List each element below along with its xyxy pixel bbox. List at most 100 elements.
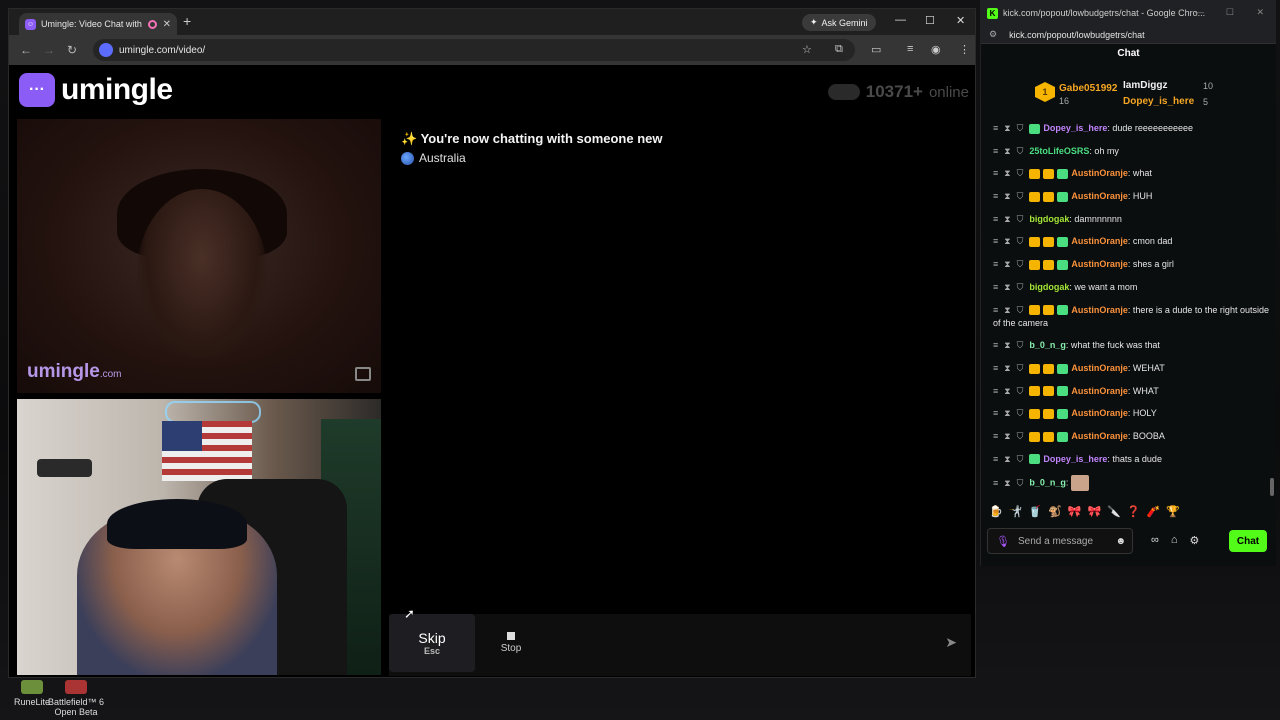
timeout-icon[interactable]: ⧗	[1004, 304, 1010, 317]
emote-icon[interactable]: 🐒	[1048, 505, 1062, 518]
message-input[interactable]	[549, 620, 965, 666]
chat-username[interactable]: AustinOranje	[1071, 408, 1128, 418]
ban-icon[interactable]: ⛉	[1017, 167, 1024, 180]
delete-icon[interactable]: ≡	[993, 213, 998, 226]
report-flag-icon[interactable]	[355, 367, 371, 381]
gear-icon[interactable]: ⚙	[1190, 534, 1200, 547]
ban-icon[interactable]: ⛉	[1017, 453, 1024, 466]
ask-gemini-button[interactable]: ✦ Ask Gemini	[802, 14, 876, 31]
emote-icon[interactable]: 🤺	[1009, 505, 1023, 518]
emote-icon[interactable]: 🧨	[1147, 505, 1161, 518]
emote-icon[interactable]: 🎀	[1068, 505, 1082, 518]
timeout-icon[interactable]: ⧗	[1004, 258, 1010, 271]
timeout-icon[interactable]: ⧗	[1004, 430, 1010, 443]
timeout-icon[interactable]: ⧗	[1004, 145, 1010, 158]
ban-icon[interactable]: ⛉	[1017, 430, 1024, 443]
chat-username[interactable]: Dopey_is_here	[1043, 454, 1107, 464]
store-icon[interactable]: ⌂	[1171, 534, 1178, 547]
forward-icon[interactable]: →	[43, 43, 55, 57]
emote-icon[interactable]: 🥤	[1028, 505, 1042, 518]
chat-username[interactable]: AustinOranje	[1071, 363, 1128, 373]
bookmark-star-icon[interactable]: ☆	[802, 43, 812, 56]
ban-icon[interactable]: ⛉	[1017, 362, 1024, 375]
ban-icon[interactable]: ⛉	[1017, 190, 1024, 203]
ban-icon[interactable]: ⛉	[1017, 235, 1024, 248]
profile-icon[interactable]: ◉	[931, 43, 941, 56]
extensions-icon[interactable]: ⧉	[835, 43, 843, 56]
chat-username[interactable]: AustinOranje	[1071, 305, 1128, 315]
emote-icon[interactable]: 🔪	[1107, 505, 1121, 518]
online-toggle[interactable]	[827, 84, 860, 100]
chat-username[interactable]: b_0_n_g	[1029, 478, 1066, 488]
maximize-icon[interactable]: ☐	[925, 14, 935, 27]
new-tab-button[interactable]: +	[183, 13, 191, 29]
delete-icon[interactable]: ≡	[993, 430, 998, 443]
timeout-icon[interactable]: ⧗	[1004, 339, 1010, 352]
emote-icon[interactable]: 🎀	[1088, 505, 1102, 518]
chat-send-button[interactable]: Chat	[1229, 530, 1267, 552]
minimize-icon[interactable]: —	[1195, 7, 1204, 17]
delete-icon[interactable]: ≡	[993, 407, 998, 420]
ban-icon[interactable]: ⛉	[1017, 122, 1024, 135]
chat-username[interactable]: bigdogak	[1029, 282, 1069, 292]
delete-icon[interactable]: ≡	[993, 167, 998, 180]
timeout-icon[interactable]: ⧗	[1004, 167, 1010, 180]
minimize-icon[interactable]: —	[895, 14, 906, 26]
delete-icon[interactable]: ≡	[993, 385, 998, 398]
timeout-icon[interactable]: ⧗	[1004, 281, 1010, 294]
chat-username[interactable]: bigdogak	[1029, 214, 1069, 224]
delete-icon[interactable]: ≡	[993, 453, 998, 466]
close-window-icon[interactable]: ✕	[956, 14, 965, 27]
chat-username[interactable]: 25toLifeOSRS	[1029, 146, 1089, 156]
send-message-input[interactable]: 🎙 Send a message ☻	[987, 528, 1133, 554]
delete-icon[interactable]: ≡	[993, 362, 998, 375]
ban-icon[interactable]: ⛉	[1017, 477, 1024, 490]
chat-username[interactable]: Dopey_is_here	[1043, 123, 1107, 133]
chat-username[interactable]: AustinOranje	[1071, 191, 1128, 201]
cast-icon[interactable]: ▭	[871, 43, 881, 56]
delete-icon[interactable]: ≡	[993, 304, 998, 317]
timeout-icon[interactable]: ⧗	[1004, 453, 1010, 466]
delete-icon[interactable]: ≡	[993, 145, 998, 158]
prediction-icon[interactable]: ∞	[1151, 534, 1159, 547]
microphone-icon[interactable]: 🎙	[996, 535, 1010, 548]
timeout-icon[interactable]: ⧗	[1004, 122, 1010, 135]
ban-icon[interactable]: ⛉	[1017, 339, 1024, 352]
chat-username[interactable]: AustinOranje	[1071, 259, 1128, 269]
emote-icon[interactable]: 🏆	[1166, 505, 1180, 518]
chat-username[interactable]: AustinOranje	[1071, 168, 1128, 178]
delete-icon[interactable]: ≡	[993, 122, 998, 135]
timeout-icon[interactable]: ⧗	[1004, 362, 1010, 375]
send-icon[interactable]: ➤	[945, 634, 957, 651]
delete-icon[interactable]: ≡	[993, 258, 998, 271]
ban-icon[interactable]: ⛉	[1017, 258, 1024, 271]
ban-icon[interactable]: ⛉	[1017, 407, 1024, 420]
delete-icon[interactable]: ≡	[993, 190, 998, 203]
close-window-icon[interactable]: ✕	[1256, 7, 1264, 18]
timeout-icon[interactable]: ⧗	[1004, 213, 1010, 226]
kick-address-bar[interactable]: ⚙ kick.com/popout/lowbudgetrs/chat	[981, 26, 1276, 44]
chat-username[interactable]: b_0_n_g	[1029, 340, 1066, 350]
second-name[interactable]: IamDiggz	[1123, 80, 1167, 91]
ban-icon[interactable]: ⛉	[1017, 281, 1024, 294]
site-info-icon[interactable]	[99, 43, 113, 57]
tab-umingle[interactable]: ☺ Umingle: Video Chat with S ✕	[19, 13, 177, 35]
skip-button[interactable]: Skip Esc	[389, 614, 475, 672]
media-icon[interactable]: ≡	[907, 43, 913, 55]
emoji-icon[interactable]: ☻	[1115, 536, 1126, 547]
leader-name[interactable]: Gabe051992	[1059, 83, 1117, 94]
emote-icon[interactable]: 🍺	[989, 505, 1003, 518]
delete-icon[interactable]: ≡	[993, 477, 998, 490]
menu-icon[interactable]: ⋮	[959, 43, 970, 56]
timeout-icon[interactable]: ⧗	[1004, 407, 1010, 420]
chat-scrollbar[interactable]	[1270, 478, 1274, 496]
ban-icon[interactable]: ⛉	[1017, 145, 1024, 158]
delete-icon[interactable]: ≡	[993, 281, 998, 294]
chat-username[interactable]: AustinOranje	[1071, 431, 1128, 441]
site-settings-icon[interactable]: ⚙	[989, 29, 997, 40]
ban-icon[interactable]: ⛉	[1017, 304, 1024, 317]
timeout-icon[interactable]: ⧗	[1004, 477, 1010, 490]
maximize-icon[interactable]: ☐	[1226, 7, 1234, 18]
reload-icon[interactable]: ↻	[67, 43, 77, 57]
delete-icon[interactable]: ≡	[993, 339, 998, 352]
